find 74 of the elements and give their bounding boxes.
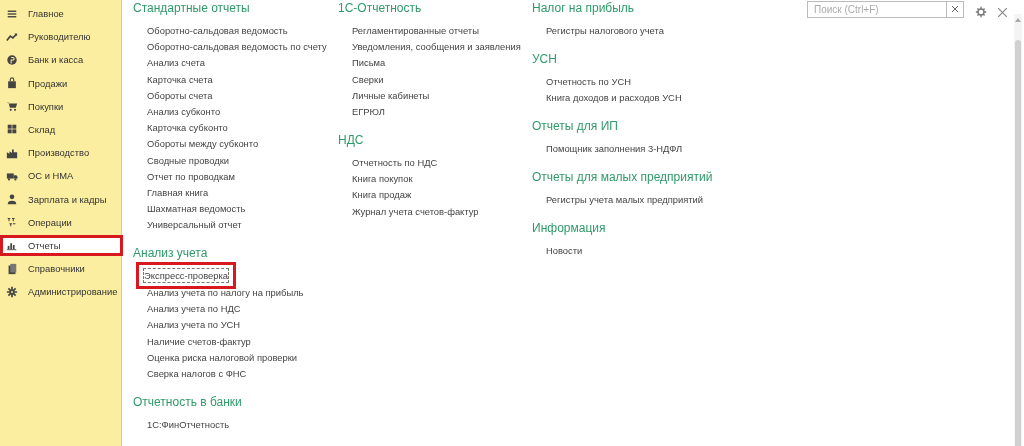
report-link[interactable]: Шахматная ведомость (145, 201, 248, 217)
section-heading: НДС (338, 132, 364, 148)
report-link[interactable]: Помощник заполнения 3-НДФЛ (544, 141, 685, 157)
section-heading: Информация (532, 221, 606, 237)
settings-icon[interactable] (975, 6, 987, 18)
report-link[interactable]: Анализ учета по НДС (145, 301, 243, 317)
sidebar-item[interactable]: Отчеты (0, 234, 123, 256)
report-link[interactable]: Книга доходов и расходов УСН (544, 90, 684, 106)
person-icon (6, 193, 18, 205)
report-link[interactable]: Карточка субконто (145, 120, 230, 136)
report-link[interactable]: Личные кабинеты (350, 87, 432, 103)
scroll-up-icon[interactable] (1015, 18, 1021, 22)
letters-icon (6, 216, 18, 229)
report-link[interactable]: Анализ субконто (145, 103, 223, 119)
report-link[interactable]: Анализ учета по УСН (145, 317, 243, 333)
grid-icon (6, 123, 18, 136)
report-link[interactable]: Новости (544, 243, 585, 259)
report-link[interactable]: Регламентированные отчеты (350, 23, 481, 38)
report-link[interactable]: Карточка счета (145, 71, 215, 87)
sidebar-item[interactable]: Покупки (0, 95, 121, 117)
report-link[interactable]: Сверки (350, 71, 386, 87)
report-link[interactable]: Сверка налогов с ФНС (145, 366, 249, 381)
bag-icon (6, 77, 18, 90)
settings-icon (6, 285, 18, 298)
clear-icon (952, 6, 958, 12)
report-link[interactable]: Наличие счетов-фактур (145, 333, 253, 349)
report-link[interactable]: Отчет по проводкам (145, 168, 237, 184)
clear-button[interactable] (947, 0, 964, 18)
section-heading: Стандартные отчеты (133, 1, 250, 16)
sidebar-item[interactable]: Производство (0, 142, 121, 164)
cart-icon (6, 100, 18, 113)
sidebar-item[interactable]: ОС и НМА (0, 165, 121, 187)
sidebar-item[interactable]: Администрирование (0, 281, 121, 303)
report-link[interactable]: Книга покупок (350, 171, 415, 187)
section-heading: Отчеты для ИП (532, 119, 618, 135)
books-icon (6, 262, 18, 275)
report-link[interactable]: Книга продаж (350, 187, 414, 203)
scrollbar[interactable] (1014, 14, 1022, 446)
coin-icon (6, 53, 18, 66)
report-link[interactable]: Регистры учета малых предприятий (544, 192, 706, 208)
sidebar-item[interactable]: Продажи (0, 72, 121, 94)
report-link[interactable]: Уведомления, сообщения и заявления (350, 39, 523, 55)
section-heading: Анализ учета (133, 246, 208, 262)
section-heading: Отчеты для малых предприятий (532, 170, 713, 186)
report-link[interactable]: Экспресс-проверка (136, 262, 236, 290)
section-heading: 1С-Отчетность (338, 1, 422, 16)
report-link[interactable]: Главная книга (145, 184, 211, 200)
report-link[interactable]: Оценка риска налоговой проверки (145, 349, 300, 365)
sidebar-item[interactable]: Руководителю (0, 26, 121, 48)
sidebar-item[interactable]: Зарплата и кадры (0, 188, 121, 210)
report-link[interactable]: Регистры налогового учета (544, 23, 666, 38)
report-link[interactable]: Журнал учета счетов-фактур (350, 203, 481, 219)
report-link[interactable]: Письма (350, 55, 388, 71)
sidebar-item[interactable]: Операции (0, 211, 121, 233)
report-link[interactable]: Универсальный отчет (145, 217, 244, 233)
search-field[interactable]: Поиск (Ctrl+F) (807, 0, 947, 18)
sidebar-item[interactable]: Главное (0, 3, 121, 24)
section-heading: Налог на прибыль (532, 1, 635, 16)
report-link[interactable]: Сводные проводки (145, 152, 232, 168)
sidebar-item[interactable]: Склад (0, 118, 121, 140)
section-heading: Отчетность в банки (133, 395, 242, 410)
report-link[interactable]: Отчетность по УСН (544, 74, 633, 89)
report-link[interactable]: Отчетность по НДС (350, 154, 440, 170)
sidebar-item[interactable]: Справочники (0, 258, 121, 280)
sidebar-item[interactable]: Банк и касса (0, 49, 121, 71)
report-link[interactable]: 1С:ФинОтчетность (145, 417, 232, 432)
report-link[interactable]: Обороты счета (145, 87, 215, 103)
report-link[interactable]: ЕГРЮЛ (350, 103, 387, 119)
close-icon[interactable] (998, 7, 1007, 17)
section-heading: УСН (532, 52, 557, 67)
report-link[interactable]: Обороты между субконто (145, 136, 261, 152)
report-link[interactable]: Оборотно-сальдовая ведомость по счету (145, 39, 329, 55)
report-link[interactable]: Анализ счета (145, 55, 208, 71)
report-link[interactable]: Оборотно-сальдовая ведомость (145, 23, 290, 38)
